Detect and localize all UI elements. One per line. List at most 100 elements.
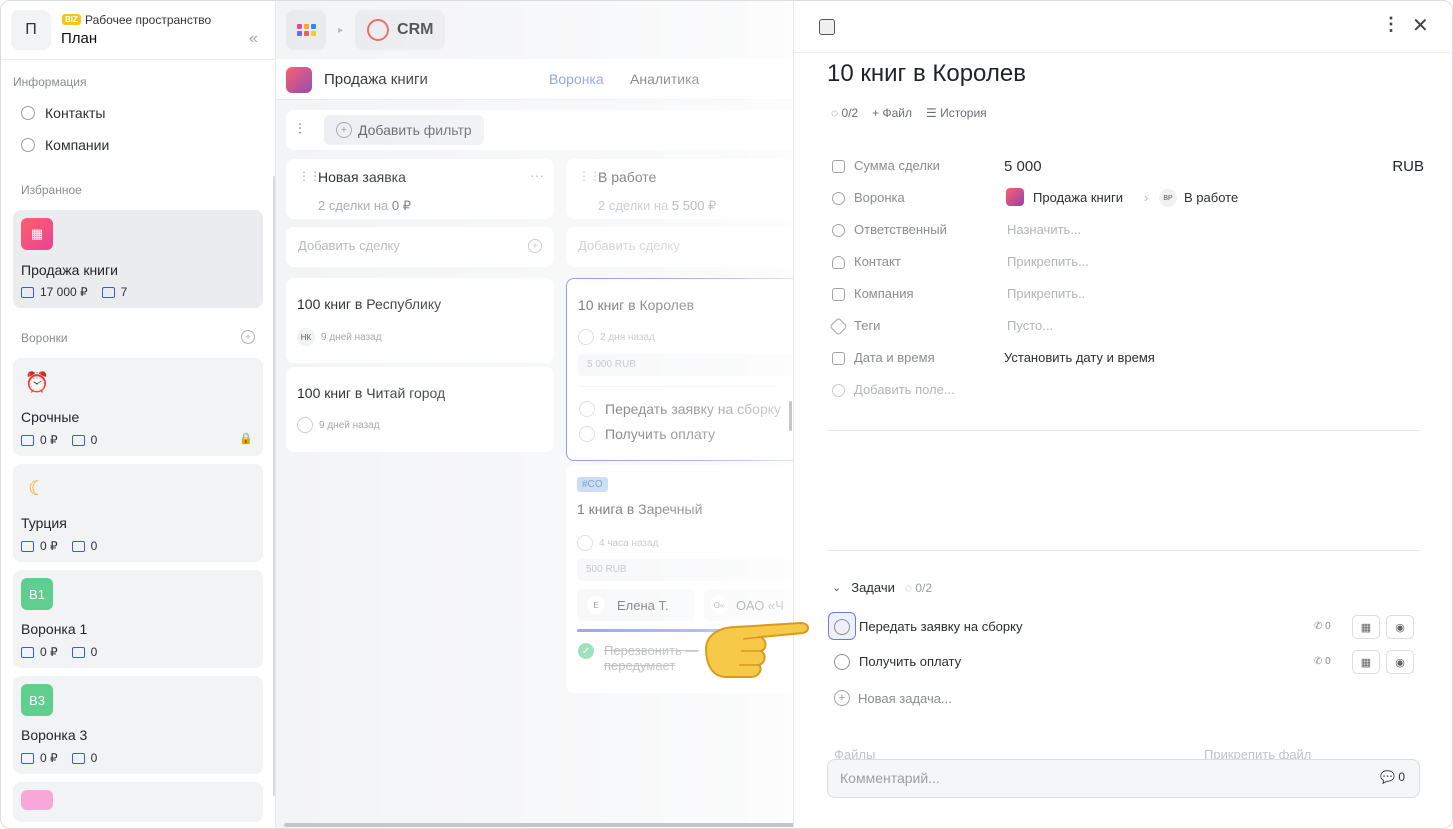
task-checkbox[interactable]: [834, 619, 850, 635]
deal-task[interactable]: Передать заявку на сборку: [579, 401, 781, 417]
tab-analytics[interactable]: Аналитика: [630, 71, 699, 87]
card-stats: 17 000 ₽ 7: [21, 285, 127, 299]
field-tags: Теги Пусто...: [829, 317, 1422, 338]
calls-count: 0: [1325, 621, 1331, 632]
alarm-clock-icon: ⏰: [24, 371, 50, 394]
pipeline-card-partial[interactable]: [13, 782, 263, 822]
pipeline-name[interactable]: Продажа книги: [1033, 190, 1123, 205]
field-label: Ответственный: [854, 222, 947, 237]
task-date-button[interactable]: ▦: [1352, 650, 1380, 674]
pipeline-card-v3[interactable]: В3 Воронка 3 0 ₽ 0: [13, 676, 263, 774]
amount-value[interactable]: 5 000: [1004, 158, 1042, 175]
crm-label: CRM: [397, 21, 434, 38]
currency-select[interactable]: RUB: [1392, 158, 1424, 175]
task-assignee-button[interactable]: ◉: [1386, 650, 1414, 674]
close-icon[interactable]: ✕: [1412, 13, 1429, 38]
checkbox-icon[interactable]: [579, 401, 595, 417]
history-button[interactable]: ☰ История: [926, 106, 987, 120]
comment-placeholder: Комментарий...: [840, 770, 940, 786]
add-deal-button[interactable]: Добавить сделку +: [286, 227, 554, 267]
stack-icon: [71, 540, 85, 552]
panel-task-row[interactable]: Получить оплату ✆ 0 ▦ ◉: [828, 647, 1418, 677]
chevron-right-icon: ▸: [338, 24, 344, 36]
card-sum: 0 ₽: [40, 751, 58, 765]
stage-badge: ВР: [1159, 189, 1177, 207]
deal-price: 5 000 RUB: [578, 354, 808, 376]
stage-name[interactable]: В работе: [1184, 190, 1238, 205]
drag-handle-icon[interactable]: ⋮⋮: [578, 169, 601, 183]
board-scrollbar[interactable]: [284, 823, 804, 827]
crm-app-button[interactable]: CRM: [355, 10, 446, 50]
pipeline-card-urgent[interactable]: ⏰ Срочные 0 ₽ 0 🔒: [13, 358, 263, 456]
deal-meta: 4 часа назад: [577, 535, 658, 551]
more-vertical-icon[interactable]: ⋮: [1382, 14, 1400, 35]
more-icon[interactable]: ···: [530, 167, 544, 183]
set-datetime-button[interactable]: Установить дату и время: [1004, 350, 1155, 365]
deal-price: 500 RUB: [577, 559, 807, 581]
comments-counter[interactable]: 💬 0: [1380, 770, 1405, 784]
done-task[interactable]: ✓ Перезвонить — передумает: [578, 643, 714, 673]
task-label[interactable]: Получить оплату: [859, 654, 961, 669]
sliders-icon[interactable]: ⫶: [298, 121, 302, 138]
task-checkbox[interactable]: [834, 654, 850, 670]
deal-title-heading[interactable]: 10 книг в Королев: [827, 60, 1026, 88]
drag-handle-icon[interactable]: ⋮⋮: [298, 169, 321, 183]
calls-counter: ✆ 0: [1314, 621, 1331, 632]
collapse-sidebar-icon[interactable]: «: [249, 30, 258, 48]
comment-input[interactable]: Комментарий... 💬 0: [827, 759, 1420, 798]
tasks-header[interactable]: ⌄ Задачи ◌ 0/2: [832, 580, 932, 595]
deal-title: 10 книг в Королев: [578, 297, 695, 313]
add-pipeline-icon[interactable]: +: [241, 330, 255, 344]
company-input[interactable]: Прикрепить..: [1007, 286, 1085, 301]
app-window: П BIZ Рабочее пространство План « Информ…: [0, 0, 1453, 829]
task-label: Перезвонить — передумает: [604, 643, 699, 673]
task-label[interactable]: Передать заявку на сборку: [859, 619, 1022, 634]
task-assignee-button[interactable]: ◉: [1386, 615, 1414, 639]
task-date-button[interactable]: ▦: [1352, 615, 1380, 639]
checkbox-icon[interactable]: [579, 426, 595, 442]
apps-grid-button[interactable]: [286, 10, 326, 50]
workspace-subtitle: Рабочее пространство: [85, 13, 212, 27]
column-new-request: ⋮⋮ Новая заявка ··· 2 сделки на 0 ₽ Доба…: [286, 159, 554, 452]
sidebar-toggle-icon[interactable]: [819, 19, 835, 35]
column-title: Новая заявка: [318, 169, 406, 185]
field-label: Компания: [854, 286, 914, 301]
lock-icon: 🔒: [239, 433, 253, 445]
divider: [827, 430, 1420, 431]
plan-badge: BIZ: [62, 14, 81, 25]
pipeline-card-v1[interactable]: В1 Воронка 1 0 ₽ 0: [13, 570, 263, 668]
tags-input[interactable]: Пусто...: [1007, 318, 1053, 333]
add-field-row[interactable]: Добавить поле...: [832, 382, 1422, 402]
new-task-button[interactable]: + Новая задача...: [834, 690, 952, 706]
divider: [1, 59, 276, 60]
deal-card[interactable]: 100 книг в Читай город 9 дней назад: [286, 367, 554, 452]
check-done-icon[interactable]: ✓: [578, 643, 594, 659]
favorite-pipeline-card[interactable]: ▦ Продажа книги 17 000 ₽ 7: [13, 210, 263, 308]
user-chip: НК: [297, 328, 315, 346]
assign-input[interactable]: Назначить...: [1007, 222, 1081, 237]
summary-value: 5 500 ₽: [671, 198, 717, 213]
panel-task-row[interactable]: Передать заявку на сборку ✆ 0 ▦ ◉: [828, 612, 1418, 642]
card-count: 0: [90, 433, 98, 447]
add-file-button[interactable]: + Файл: [872, 106, 912, 120]
contact-input[interactable]: Прикрепить...: [1007, 254, 1089, 269]
resize-handle[interactable]: [789, 401, 792, 431]
clock-icon: [578, 329, 594, 345]
workspace-switcher[interactable]: П BIZ Рабочее пространство План «: [11, 10, 271, 52]
contact-initial: Е: [587, 596, 605, 614]
column-summary: 2 сделки на 0 ₽: [318, 198, 411, 214]
deal-task[interactable]: Получить оплату: [579, 426, 715, 442]
new-task-label: Новая задача...: [858, 690, 952, 706]
sidebar-item-contacts[interactable]: Контакты: [21, 105, 105, 121]
contact-chip[interactable]: Е Елена Т.: [577, 589, 695, 621]
tab-funnel[interactable]: Воронка: [549, 71, 604, 87]
sidebar-item-companies[interactable]: Компании: [21, 137, 109, 153]
deal-card[interactable]: 100 книг в Республику НК 9 дней назад: [286, 278, 554, 363]
progress-text: 0/2: [841, 106, 859, 120]
card-name: Воронка 1: [21, 621, 88, 637]
divider: [578, 386, 818, 387]
add-filter-button[interactable]: + Добавить фильтр: [324, 115, 484, 145]
deal-time: 2 дня назад: [600, 331, 655, 343]
sidebar-scrollbar[interactable]: [273, 176, 275, 796]
pipeline-card-turkey[interactable]: ☾ Турция 0 ₽ 0: [13, 464, 263, 562]
